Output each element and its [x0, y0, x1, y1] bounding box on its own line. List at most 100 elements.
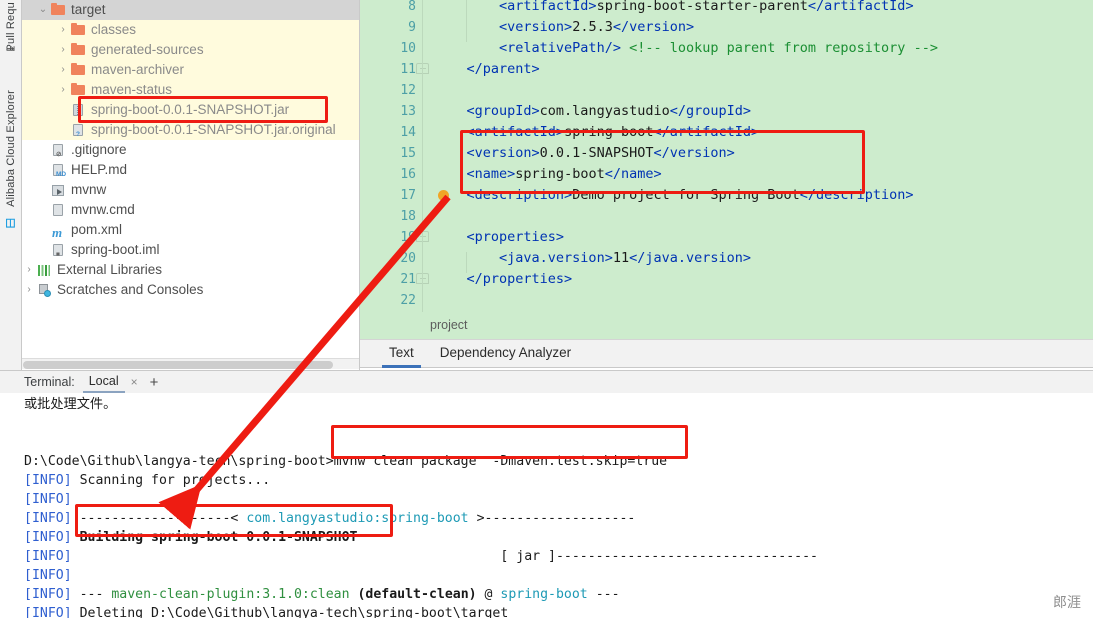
- tree-row[interactable]: › maven-archiver: [22, 60, 360, 80]
- shell-script-icon: [50, 183, 67, 197]
- tab-dependency-analyzer[interactable]: Dependency Analyzer: [427, 339, 584, 368]
- line-number: 20: [400, 251, 416, 266]
- code-line[interactable]: <artifactId>spring-boot-starter-parent</…: [434, 0, 1093, 17]
- tool-tab-alibaba-cloud-explorer[interactable]: Alibaba Cloud Explorer: [5, 90, 17, 207]
- terminal-token: 或批处理文件。: [24, 397, 117, 412]
- code-editor[interactable]: 8 9 10 11 12 13 14 15 16 17 18 19 20 21 22 <artifactId…: [360, 0, 1093, 312]
- intention-bulb-icon[interactable]: [438, 190, 449, 202]
- code-line[interactable]: [434, 206, 1093, 227]
- cmd-file-icon: [50, 203, 67, 217]
- tree-row-label: mvnw.cmd: [71, 202, 135, 217]
- project-tree-hscroll-thumb[interactable]: [23, 361, 333, 369]
- tree-row[interactable]: spring-boot-0.0.1-SNAPSHOT.jar: [22, 100, 360, 120]
- tree-row[interactable]: › External Libraries: [22, 260, 360, 280]
- add-terminal-icon[interactable]: +: [144, 374, 165, 391]
- tree-row-label: spring-boot-0.0.1-SNAPSHOT.jar.original: [91, 122, 336, 137]
- code-line[interactable]: <properties>: [434, 227, 1093, 248]
- editor-code-text[interactable]: <artifactId>spring-boot-starter-parent</…: [434, 0, 1093, 308]
- code-token: </name>: [604, 166, 662, 182]
- code-line[interactable]: <version>2.5.3</version>: [434, 17, 1093, 38]
- code-line[interactable]: </properties>: [434, 269, 1093, 290]
- terminal-panel: Terminal: Local × + 或批处理文件。 D:\Code\Githu…: [0, 370, 1093, 618]
- tree-row[interactable]: ⊘ .gitignore: [22, 140, 360, 160]
- left-tool-strip: Pull Requ ⇥ Alibaba Cloud Explorer ◫: [0, 0, 22, 370]
- tree-row[interactable]: › maven-status: [22, 80, 360, 100]
- tree-row[interactable]: › generated-sources: [22, 40, 360, 60]
- code-line[interactable]: [434, 80, 1093, 101]
- terminal-token: [INFO]: [24, 587, 72, 602]
- code-token: spring-boot: [515, 166, 605, 182]
- folder-icon: [70, 82, 87, 97]
- tree-row-label: spring-boot-0.0.1-SNAPSHOT.jar: [91, 102, 290, 117]
- tree-row[interactable]: mvnw.cmd: [22, 200, 360, 220]
- tree-row-label: generated-sources: [91, 42, 204, 57]
- tree-row[interactable]: ? spring-boot-0.0.1-SNAPSHOT.jar.original: [22, 120, 360, 140]
- code-line[interactable]: <name>spring-boot</name>: [434, 164, 1093, 185]
- tree-row[interactable]: ■ spring-boot.iml: [22, 240, 360, 260]
- chevron-right-icon[interactable]: ›: [22, 260, 36, 280]
- code-line[interactable]: [434, 290, 1093, 311]
- code-token: <!-- lookup parent from repository -->: [629, 40, 938, 56]
- code-token: </properties>: [466, 271, 573, 287]
- chevron-right-icon[interactable]: ›: [56, 20, 70, 40]
- ide-window: Pull Requ ⇥ Alibaba Cloud Explorer ◫ ⌄ ta…: [0, 0, 1093, 618]
- tab-text[interactable]: Text: [376, 339, 427, 368]
- folder-icon: [50, 2, 67, 17]
- code-line[interactable]: <java.version>11</java.version>: [434, 248, 1093, 269]
- chevron-down-icon[interactable]: ⌄: [36, 0, 50, 20]
- chevron-right-icon[interactable]: ›: [22, 280, 36, 300]
- chevron-right-icon: [36, 240, 50, 260]
- tree-row[interactable]: ⌄ target: [22, 0, 360, 20]
- line-number: 14: [400, 125, 416, 140]
- terminal-output[interactable]: 或批处理文件。 D:\Code\Github\langya-tech\spring…: [0, 393, 1093, 618]
- editor-bottom-tabs[interactable]: Text Dependency Analyzer: [360, 339, 1093, 368]
- chevron-right-icon[interactable]: ›: [56, 60, 70, 80]
- code-line[interactable]: <relativePath/> <!-- lookup parent from …: [434, 38, 1093, 59]
- code-line[interactable]: <version>0.0.1-SNAPSHOT</version>: [434, 143, 1093, 164]
- code-token: 0.0.1-SNAPSHOT: [539, 145, 654, 161]
- terminal-line: D:\Code\Github\langya-tech\spring-boot>m…: [24, 452, 1093, 471]
- chevron-right-icon[interactable]: ›: [56, 80, 70, 100]
- tree-row[interactable]: mvnw: [22, 180, 360, 200]
- terminal-token: [INFO]: [24, 530, 72, 545]
- indent-guide: [466, 252, 467, 273]
- code-token: spring-boot: [564, 124, 654, 140]
- tree-row-label: .gitignore: [71, 142, 127, 157]
- code-token: </artifactId>: [653, 124, 760, 140]
- tree-row[interactable]: › classes: [22, 20, 360, 40]
- code-token: 11: [612, 250, 630, 266]
- code-line[interactable]: </parent>: [434, 59, 1093, 80]
- code-line[interactable]: <description>Demo project for Spring Boo…: [434, 185, 1093, 206]
- watermark: 郎涯: [1053, 595, 1081, 611]
- tree-row[interactable]: MD HELP.md: [22, 160, 360, 180]
- project-tree[interactable]: ⌄ target › classes › generated-sources › maven-…: [22, 0, 360, 358]
- terminal-token: -------------------<: [71, 511, 247, 526]
- code-line[interactable]: <groupId>com.langyastudio</groupId>: [434, 101, 1093, 122]
- code-token: <artifactId>: [466, 124, 565, 140]
- project-tree-hscrollbar[interactable]: [22, 358, 360, 369]
- maven-pom-icon: m: [52, 225, 63, 240]
- terminal-tab-local[interactable]: Local: [82, 371, 125, 393]
- chevron-right-icon: [36, 220, 50, 240]
- tree-row[interactable]: › Scratches and Consoles: [22, 280, 360, 300]
- line-number: 18: [400, 209, 416, 224]
- tree-row-label: pom.xml: [71, 222, 123, 237]
- tree-row-label: maven-status: [91, 82, 173, 97]
- chevron-right-icon[interactable]: ›: [56, 40, 70, 60]
- tree-row-label: HELP.md: [71, 162, 128, 177]
- chevron-right-icon: [36, 160, 50, 180]
- code-token: <artifactId>: [499, 0, 597, 14]
- line-number: 10: [400, 41, 416, 56]
- code-line[interactable]: <artifactId>spring-boot</artifactId>: [434, 122, 1093, 143]
- code-token: 2.5.3: [572, 19, 613, 35]
- terminal-token: Deleting D:\Code\Github\langya-tech\spri…: [71, 606, 509, 618]
- close-icon[interactable]: ×: [125, 375, 144, 389]
- terminal-token: maven-clean-plugin:3.1.0:clean: [111, 587, 350, 602]
- editor-breadcrumb[interactable]: project: [360, 312, 1093, 339]
- code-token: <java.version>: [499, 250, 613, 266]
- code-token: com.langyastudio: [539, 103, 670, 119]
- tree-row[interactable]: m pom.xml: [22, 220, 360, 240]
